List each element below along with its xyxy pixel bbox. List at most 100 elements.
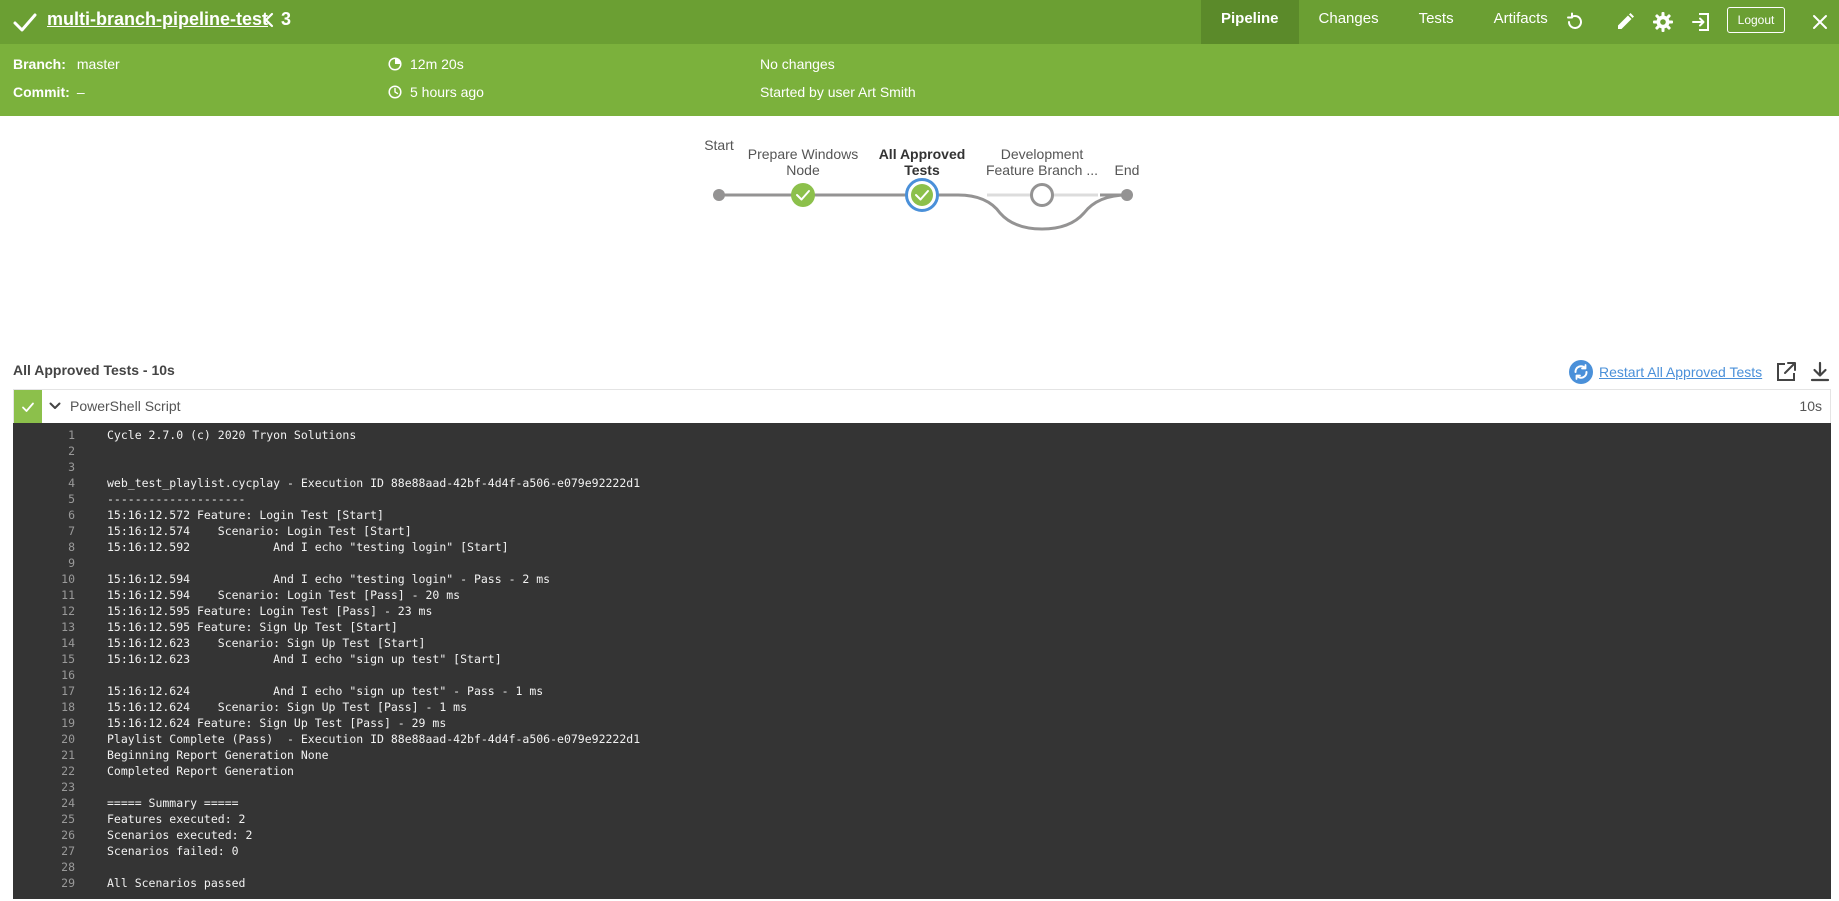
log-line-number[interactable]: 13 [13, 619, 75, 635]
log-line-text: Playlist Complete (Pass) - Execution ID … [107, 732, 641, 746]
branch-value: master [76, 56, 120, 72]
commit-value: – [76, 84, 85, 100]
log-line: 23 [13, 779, 1831, 795]
stage-node-prepare-windows[interactable] [791, 183, 815, 207]
stage-label-approved-line2: Tests [904, 162, 940, 178]
commit-label: Commit: [13, 84, 70, 100]
log-line-number[interactable]: 23 [13, 779, 75, 795]
restart-icon[interactable] [1568, 359, 1594, 385]
log-line-text: 15:16:12.592 And I echo "testing login" … [107, 540, 509, 554]
log-line-number[interactable]: 15 [13, 651, 75, 667]
stage-node-development-feature-branch[interactable] [1030, 183, 1054, 207]
log-line: 4 web_test_playlist.cycplay - Execution I… [13, 475, 1831, 491]
log-line-number[interactable]: 5 [13, 491, 75, 507]
log-line-number[interactable]: 16 [13, 667, 75, 683]
log-line-number[interactable]: 17 [13, 683, 75, 699]
log-line-number[interactable]: 24 [13, 795, 75, 811]
log-line-number[interactable]: 25 [13, 811, 75, 827]
log-line-number[interactable]: 3 [13, 459, 75, 475]
branch-label: Branch: [13, 56, 66, 72]
tab-artifacts[interactable]: Artifacts [1474, 0, 1568, 44]
log-line: 22 Completed Report Generation [13, 763, 1831, 779]
stage-label-prepare-windows: Prepare Windows Node [733, 146, 873, 178]
log-line-number[interactable]: 6 [13, 507, 75, 523]
log-line: 10 15:16:12.594 And I echo "testing login… [13, 571, 1831, 587]
logout-button[interactable]: Logout [1727, 7, 1785, 33]
log-line-text: Cycle 2.7.0 (c) 2020 Tryon Solutions [107, 428, 357, 442]
step-row-powershell[interactable]: PowerShell Script 10s [13, 389, 1831, 423]
log-line: 1 Cycle 2.7.0 (c) 2020 Tryon Solutions [13, 427, 1831, 443]
time-info: 5 hours ago [388, 84, 484, 100]
log-line-number[interactable]: 28 [13, 859, 75, 875]
log-line-text: 15:16:12.624 Scenario: Sign Up Test [Pas… [107, 700, 468, 714]
stage-label-prepare-line1: Prepare Windows [747, 146, 859, 162]
log-line-text: 15:16:12.623 Scenario: Sign Up Test [Sta… [107, 636, 426, 650]
tab-changes[interactable]: Changes [1299, 0, 1399, 44]
exit-icon[interactable] [1688, 9, 1714, 35]
log-line: 24 ===== Summary ===== [13, 795, 1831, 811]
log-line-number[interactable]: 7 [13, 523, 75, 539]
download-icon[interactable] [1808, 360, 1832, 384]
log-line-text [75, 779, 107, 795]
chevron-left-icon[interactable] [262, 11, 276, 29]
tab-pipeline[interactable]: Pipeline [1201, 0, 1299, 44]
log-line-number[interactable]: 2 [13, 443, 75, 459]
chevron-down-icon[interactable] [48, 399, 62, 413]
log-line-text: 15:16:12.624 Feature: Sign Up Test [Pass… [107, 716, 447, 730]
stage-label-end: End [1100, 162, 1154, 178]
log-line-number[interactable]: 18 [13, 699, 75, 715]
settings-gear-icon[interactable] [1650, 9, 1676, 35]
stage-label-dev-line1: Development [1000, 146, 1084, 162]
log-line-number[interactable]: 1 [13, 427, 75, 443]
log-line-text: 15:16:12.574 Scenario: Login Test [Start… [107, 524, 412, 538]
log-line-text: 15:16:12.595 Feature: Sign Up Test [Star… [107, 620, 398, 634]
replay-icon[interactable] [1562, 9, 1588, 35]
pipeline-title-link[interactable]: multi-branch-pipeline-test [47, 9, 268, 30]
end-node [1121, 189, 1133, 201]
log-line-number[interactable]: 29 [13, 875, 75, 891]
log-line-number[interactable]: 4 [13, 475, 75, 491]
log-line-text: web_test_playlist.cycplay - Execution ID… [107, 476, 641, 490]
log-line-text [75, 859, 107, 875]
log-line-number[interactable]: 19 [13, 715, 75, 731]
log-line-number[interactable]: 8 [13, 539, 75, 555]
stage-label-all-approved-tests: All Approved Tests [862, 146, 982, 178]
log-line-number[interactable]: 21 [13, 747, 75, 763]
log-line-number[interactable]: 14 [13, 635, 75, 651]
log-line-number[interactable]: 26 [13, 827, 75, 843]
log-line-text: 15:16:12.623 And I echo "sign up test" [… [107, 652, 502, 666]
stage-log-title: All Approved Tests - 10s [13, 362, 175, 378]
restart-stage-link[interactable]: Restart All Approved Tests [1599, 364, 1762, 380]
log-line-text: Scenarios failed: 0 [107, 844, 239, 858]
log-line-number[interactable]: 20 [13, 731, 75, 747]
log-line-text [75, 459, 107, 475]
log-line-text: All Scenarios passed [107, 876, 246, 890]
commit-info: Commit: – [13, 84, 85, 100]
log-line: 7 15:16:12.574 Scenario: Login Test [Star… [13, 523, 1831, 539]
restart-stage-control[interactable]: Restart All Approved Tests [1568, 359, 1762, 385]
log-line-number[interactable]: 22 [13, 763, 75, 779]
log-line-number[interactable]: 27 [13, 843, 75, 859]
log-line-number[interactable]: 9 [13, 555, 75, 571]
tab-tests[interactable]: Tests [1399, 0, 1474, 44]
log-line-text: 15:16:12.594 Scenario: Login Test [Pass]… [107, 588, 461, 602]
open-external-icon[interactable] [1774, 360, 1798, 384]
step-name: PowerShell Script [70, 398, 181, 414]
step-duration: 10s [1799, 398, 1822, 414]
log-line-number[interactable]: 10 [13, 571, 75, 587]
log-line-number[interactable]: 12 [13, 603, 75, 619]
log-line-text: 15:16:12.594 And I echo "testing login" … [107, 572, 551, 586]
log-line: 11 15:16:12.594 Scenario: Login Test [Pas… [13, 587, 1831, 603]
close-icon[interactable] [1807, 9, 1833, 35]
check-icon [22, 402, 34, 412]
log-line: 8 15:16:12.592 And I echo "testing login"… [13, 539, 1831, 555]
log-line-number[interactable]: 11 [13, 587, 75, 603]
started-by-info: Started by user Art Smith [760, 84, 916, 100]
pipeline-graph: Start Prepare Windows Node All Approved … [0, 116, 1839, 336]
edit-pencil-icon[interactable] [1612, 9, 1638, 35]
run-info-strip: Branch: master Commit: – 12m 20s 5 hours… [0, 44, 1839, 116]
stage-node-all-approved-tests[interactable] [905, 178, 939, 212]
log-line: 27 Scenarios failed: 0 [13, 843, 1831, 859]
duration-value: 12m 20s [410, 56, 464, 72]
log-line: 19 15:16:12.624 Feature: Sign Up Test [Pa… [13, 715, 1831, 731]
